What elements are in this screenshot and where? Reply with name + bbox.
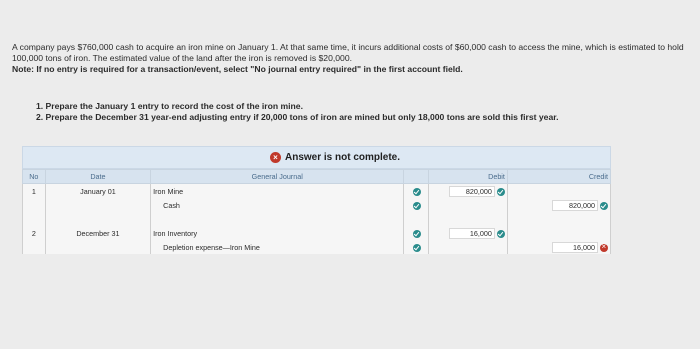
correct-check-icon bbox=[413, 201, 422, 210]
table-row: 2 December 31 Iron Inventory 16,000 bbox=[22, 226, 612, 240]
row-number: 2 bbox=[22, 226, 46, 240]
error-x-icon: × bbox=[270, 152, 281, 163]
requirement-1: 1. Prepare the January 1 entry to record… bbox=[36, 101, 303, 111]
header-date: Date bbox=[44, 169, 152, 184]
correct-check-icon bbox=[496, 187, 505, 196]
general-journal-table: No Date General Journal Debit Credit 1 J… bbox=[22, 169, 612, 254]
table-row: Depletion expense—Iron Mine 16,000 bbox=[22, 240, 612, 254]
row-date[interactable]: December 31 bbox=[44, 226, 152, 240]
problem-text-block: A company pays $760,000 cash to acquire … bbox=[12, 42, 688, 75]
header-no: No bbox=[22, 169, 46, 184]
account-field[interactable]: Depletion expense—Iron Mine bbox=[150, 240, 405, 254]
spacer-row bbox=[22, 212, 612, 226]
correct-check-icon bbox=[600, 201, 608, 210]
answer-status-banner: × Answer is not complete. bbox=[22, 146, 611, 169]
header-debit: Debit bbox=[427, 169, 508, 184]
account-field[interactable]: Iron Mine bbox=[150, 183, 405, 198]
correct-check-icon bbox=[413, 187, 422, 196]
correct-check-icon bbox=[413, 243, 422, 252]
debit-field[interactable]: 820,000 bbox=[448, 185, 495, 197]
problem-note: Note: If no entry is required for a tran… bbox=[12, 64, 463, 74]
header-credit: Credit bbox=[506, 169, 612, 184]
debit-field[interactable]: 16,000 bbox=[448, 227, 495, 239]
answer-status-text: Answer is not complete. bbox=[285, 152, 401, 163]
row-number: 1 bbox=[22, 183, 46, 198]
correct-check-icon bbox=[496, 229, 505, 238]
credit-field[interactable]: 820,000 bbox=[552, 199, 598, 211]
row-date[interactable]: January 01 bbox=[44, 183, 152, 198]
requirements-list: 1. Prepare the January 1 entry to record… bbox=[36, 101, 696, 123]
table-row: 1 January 01 Iron Mine 820,000 bbox=[22, 183, 612, 198]
header-general-journal: General Journal bbox=[150, 169, 405, 184]
credit-field[interactable]: 16,000 bbox=[552, 241, 598, 253]
table-header-row: No Date General Journal Debit Credit bbox=[22, 169, 612, 184]
correct-check-icon bbox=[413, 229, 422, 238]
account-field[interactable]: Iron Inventory bbox=[150, 226, 405, 240]
problem-statement: A company pays $760,000 cash to acquire … bbox=[12, 42, 684, 63]
account-field[interactable]: Cash bbox=[150, 198, 405, 212]
requirement-2: 2. Prepare the December 31 year-end adju… bbox=[36, 112, 559, 122]
header-status bbox=[403, 169, 429, 184]
table-row: Cash 820,000 bbox=[22, 198, 612, 212]
incorrect-x-icon bbox=[600, 242, 608, 252]
